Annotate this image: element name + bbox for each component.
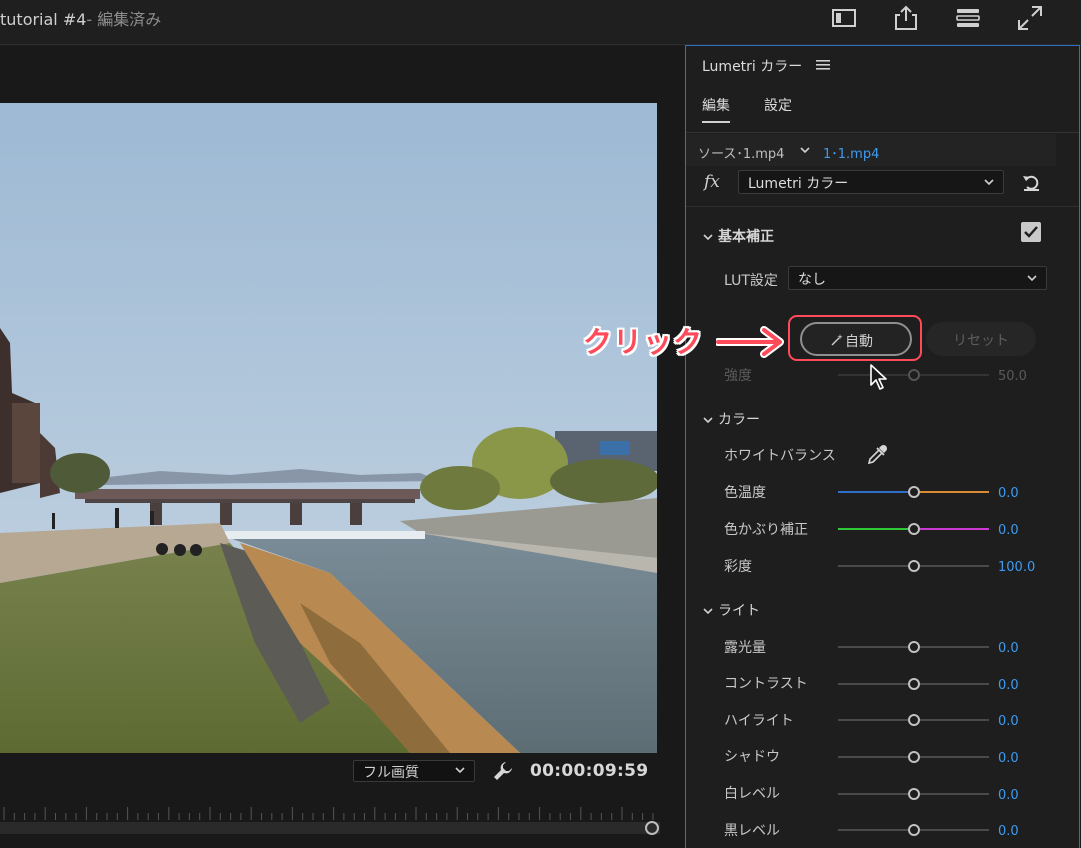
effect-dropdown[interactable]: Lumetri カラー [738, 170, 1004, 194]
white-balance-label: ホワイトバランス [724, 448, 836, 464]
chevron-down-icon [984, 179, 994, 186]
chevron-down-icon [455, 767, 465, 774]
slider-knob[interactable] [908, 641, 920, 653]
chevron-down-icon [703, 417, 713, 424]
title-bar: tutorial #4- 編集済み [0, 0, 1081, 45]
mouse-cursor-icon [870, 364, 887, 390]
section-basic-correction[interactable]: 基本補正 [702, 226, 774, 246]
wrench-icon[interactable] [491, 759, 515, 783]
tab-settings[interactable]: 設定 [764, 95, 792, 115]
chevron-down-icon[interactable] [799, 144, 811, 156]
project-status: - 編集済み [86, 10, 162, 29]
saturation-label: 彩度 [724, 559, 752, 575]
temperature-value[interactable]: 0.0 [998, 486, 1019, 501]
section-label: カラー [718, 412, 760, 428]
sequence-clip-label[interactable]: 1･1.mp4 [823, 143, 879, 162]
section-light[interactable]: ライト [702, 600, 760, 620]
shadows-value[interactable]: 0.0 [998, 751, 1019, 766]
annotation-click-label: クリック [583, 325, 704, 359]
slider-knob[interactable] [908, 678, 920, 690]
program-monitor: フル画質 00:00:09:59 [0, 46, 684, 848]
slider-knob[interactable] [908, 523, 920, 535]
annotation-arrow-icon [716, 326, 784, 358]
hamburger-menu-icon[interactable] [816, 59, 830, 71]
lut-label: LUT設定 [724, 273, 778, 289]
contrast-label: コントラスト [724, 676, 808, 692]
source-clip-label[interactable]: ソース･1.mp4 [698, 143, 784, 162]
quality-value: フル画質 [363, 765, 419, 781]
chevron-down-icon [703, 234, 713, 241]
intensity-value[interactable]: 50.0 [998, 369, 1027, 384]
reset-button[interactable]: リセット [926, 322, 1036, 356]
lut-dropdown[interactable]: なし [788, 266, 1047, 290]
lumetri-color-panel: Lumetri カラー 編集 設定 ソース･1.mp4 1･1.mp4 fx L… [685, 45, 1080, 848]
project-title: tutorial #4 [0, 10, 87, 29]
highlights-label: ハイライト [724, 713, 794, 729]
basic-correction-enable-checkbox[interactable] [1021, 222, 1041, 242]
intensity-label: 強度 [724, 368, 752, 384]
chevron-down-icon [1027, 275, 1037, 282]
tint-label: 色かぶり補正 [724, 522, 808, 538]
blacks-label: 黒レベル [724, 823, 780, 839]
tab-divider [686, 132, 1079, 133]
shadows-label: シャドウ [724, 749, 780, 765]
slider-knob[interactable] [908, 788, 920, 800]
effect-value: Lumetri カラー [748, 176, 849, 192]
saturation-slider[interactable] [838, 560, 989, 572]
section-label: 基本補正 [718, 229, 774, 245]
reset-effect-icon[interactable] [1020, 171, 1042, 193]
blacks-slider[interactable] [838, 824, 989, 836]
lut-value: なし [798, 272, 826, 288]
panel-title: Lumetri カラー [702, 59, 803, 75]
timecode-display[interactable]: 00:00:09:59 [530, 761, 648, 781]
fx-icon: fx [704, 172, 720, 192]
clip-selector-row: ソース･1.mp4 1･1.mp4 [686, 134, 1056, 166]
tint-value[interactable]: 0.0 [998, 523, 1019, 538]
slider-knob[interactable] [908, 751, 920, 763]
slider-knob[interactable] [908, 560, 920, 572]
exposure-value[interactable]: 0.0 [998, 641, 1019, 656]
playhead-track[interactable] [0, 822, 660, 834]
contrast-value[interactable]: 0.0 [998, 678, 1019, 693]
section-color[interactable]: カラー [702, 409, 760, 429]
video-preview[interactable] [0, 103, 657, 753]
quality-dropdown[interactable]: フル画質 [353, 760, 475, 782]
highlights-value[interactable]: 0.0 [998, 714, 1019, 729]
tint-slider[interactable] [838, 523, 989, 535]
temperature-slider[interactable] [838, 486, 989, 498]
chevron-down-icon [703, 608, 713, 615]
workspace-icon[interactable] [953, 3, 983, 33]
slider-knob[interactable] [908, 486, 920, 498]
annotation-highlight-box [788, 315, 922, 361]
exposure-label: 露光量 [724, 640, 766, 656]
blacks-value[interactable]: 0.0 [998, 824, 1019, 839]
shadows-slider[interactable] [838, 751, 989, 763]
exposure-slider[interactable] [838, 641, 989, 653]
playhead-handle[interactable] [645, 821, 659, 835]
checkmark-icon [1024, 226, 1038, 238]
whites-value[interactable]: 0.0 [998, 788, 1019, 803]
saturation-value[interactable]: 100.0 [998, 560, 1035, 575]
slider-knob[interactable] [908, 824, 920, 836]
fullscreen-icon[interactable] [1015, 3, 1045, 33]
whites-label: 白レベル [724, 786, 780, 802]
intensity-slider[interactable] [838, 369, 989, 381]
contrast-slider[interactable] [838, 678, 989, 690]
slider-knob[interactable] [908, 369, 920, 381]
panel-layout-icon[interactable] [829, 3, 859, 33]
time-ruler[interactable] [0, 804, 660, 824]
divider [686, 206, 1079, 207]
tab-edit[interactable]: 編集 [702, 95, 730, 123]
section-label: ライト [718, 603, 760, 619]
eyedropper-icon[interactable] [866, 444, 888, 466]
temperature-label: 色温度 [724, 485, 766, 501]
window-title: tutorial #4- 編集済み [0, 6, 161, 30]
highlights-slider[interactable] [838, 714, 989, 726]
export-icon[interactable] [891, 3, 921, 33]
whites-slider[interactable] [838, 788, 989, 800]
slider-knob[interactable] [908, 714, 920, 726]
